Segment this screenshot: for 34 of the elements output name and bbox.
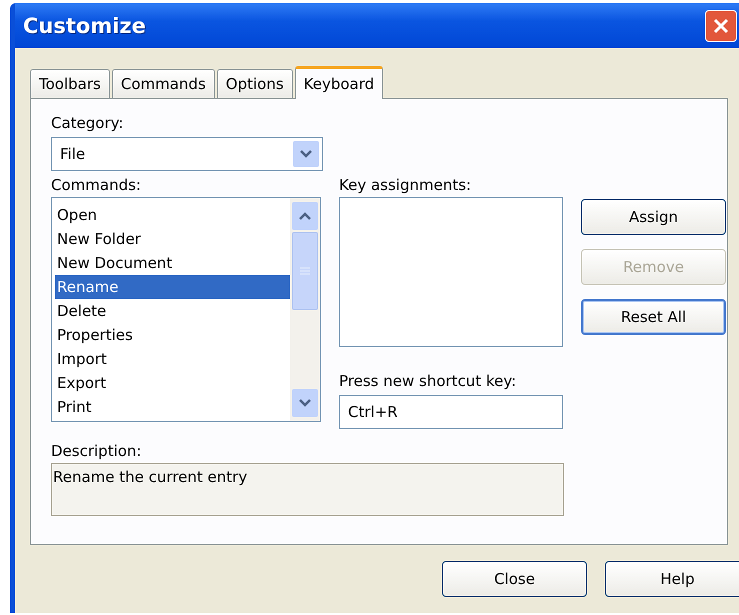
category-dropdown[interactable]: File — [51, 137, 323, 171]
scrollbar[interactable] — [290, 198, 320, 421]
field-label: Category: — [51, 113, 124, 133]
close-icon — [712, 16, 730, 34]
list-item[interactable]: Export — [55, 371, 290, 395]
tab[interactable]: Toolbars — [30, 69, 110, 98]
list-item[interactable]: Rename — [55, 275, 290, 299]
field-label: Commands: — [51, 175, 142, 195]
list-item[interactable]: Delete — [55, 299, 290, 323]
list-item[interactable]: Print — [55, 395, 290, 419]
field-label: Press new shortcut key: — [339, 371, 518, 391]
dialog-button[interactable]: Reset All — [581, 299, 726, 335]
description-text: Rename the current entry — [51, 463, 564, 516]
list-item[interactable]: Open — [55, 203, 290, 227]
key-assignments-list[interactable] — [339, 197, 563, 347]
shortcut-field[interactable]: Ctrl+R — [339, 395, 563, 429]
tab[interactable]: Options — [216, 69, 293, 98]
scroll-up-icon — [298, 211, 312, 221]
scroll-down-icon — [298, 398, 312, 408]
field-label: Description: — [51, 441, 142, 461]
dialog-button[interactable]: Close — [442, 561, 587, 597]
tab[interactable]: Keyboard — [294, 66, 384, 99]
dialog-button[interactable]: Help — [605, 561, 739, 597]
list-item[interactable]: New Document — [55, 251, 290, 275]
field-label: Key assignments: — [339, 175, 472, 195]
close-button[interactable] — [705, 10, 737, 42]
window-title: Customize — [22, 14, 146, 38]
chevron-down-icon — [299, 149, 313, 159]
list-item[interactable]: New Folder — [55, 227, 290, 251]
scroll-thumb[interactable] — [292, 232, 318, 310]
dialog-button[interactable]: Assign — [581, 199, 726, 235]
list-item[interactable]: Import — [55, 347, 290, 371]
tab[interactable]: Commands — [112, 69, 215, 98]
list-item[interactable]: Properties — [55, 323, 290, 347]
